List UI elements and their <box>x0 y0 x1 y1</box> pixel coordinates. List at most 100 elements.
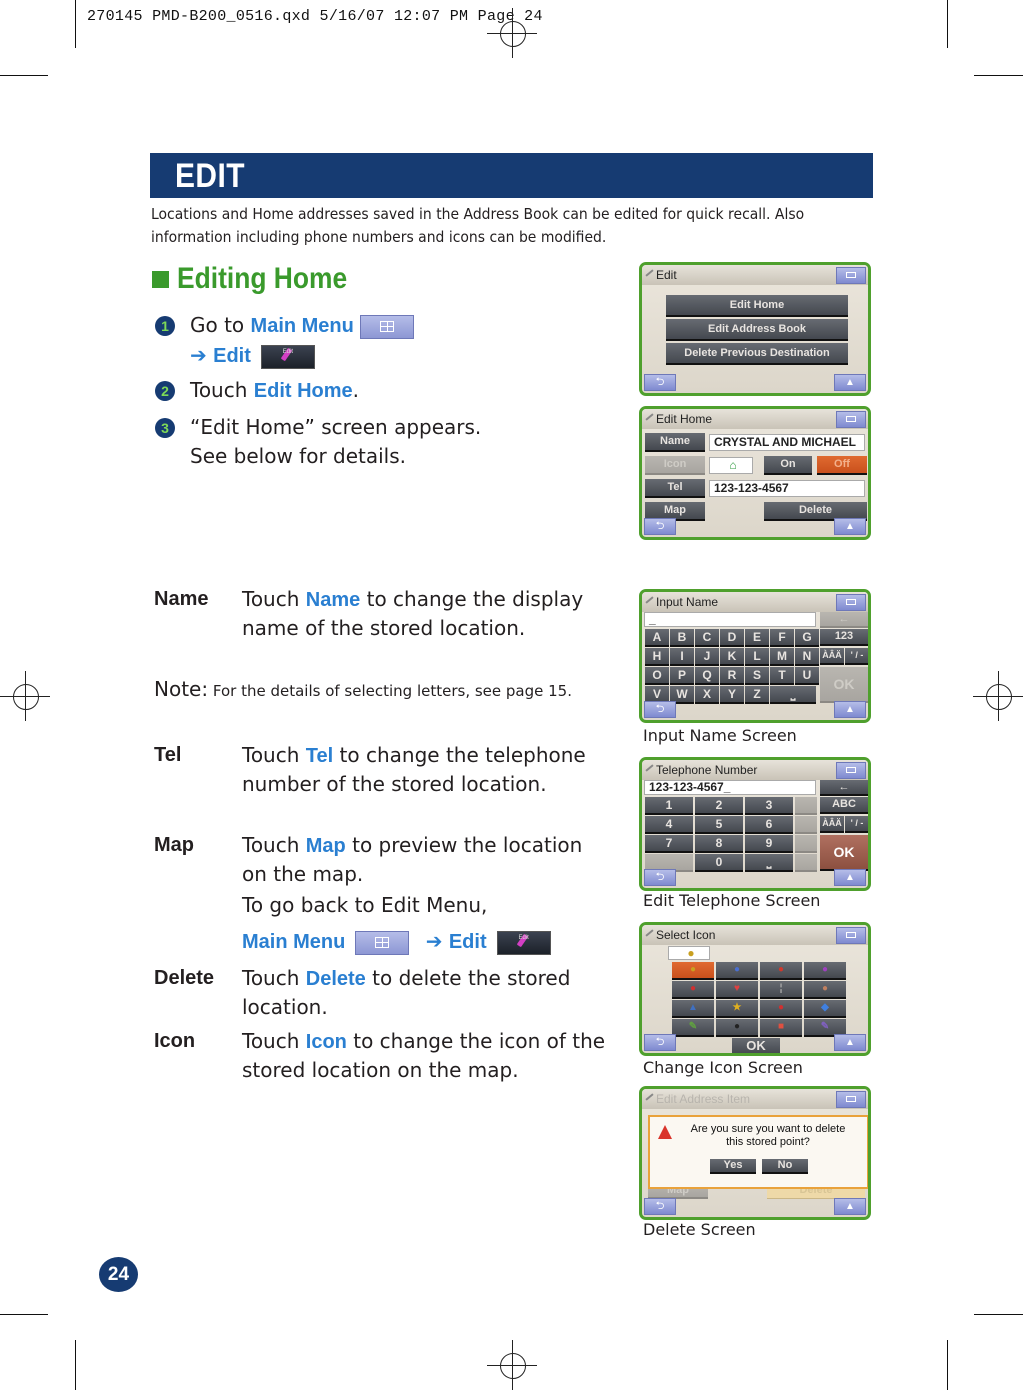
name-link[interactable]: Name <box>306 589 360 611</box>
letter-key[interactable]: A <box>645 629 669 647</box>
icon-option[interactable]: ★ <box>716 1000 758 1018</box>
icon-option[interactable]: ◆ <box>804 1000 846 1018</box>
icon-option[interactable]: ● <box>716 1019 758 1037</box>
ok-button[interactable]: OK <box>732 1038 780 1053</box>
icon-button[interactable]: Icon <box>645 456 705 475</box>
back-icon[interactable]: ⮌ <box>644 1198 676 1215</box>
icon-option[interactable]: ¦ <box>760 981 802 999</box>
letter-key[interactable]: I <box>670 648 694 666</box>
telephone-input[interactable]: 123-123-4567_ <box>644 780 816 795</box>
icon-option[interactable]: ▲ <box>672 1000 714 1018</box>
punctuation-key[interactable]: ' / - <box>845 648 868 665</box>
tel-button[interactable]: Tel <box>645 479 705 498</box>
navigation-icon[interactable]: ▲ <box>834 869 866 886</box>
icon-option[interactable]: ♥ <box>716 981 758 999</box>
back-icon[interactable]: ⮌ <box>644 869 676 886</box>
menu-icon[interactable] <box>836 927 866 944</box>
number-key[interactable]: 5 <box>695 816 743 834</box>
back-icon[interactable]: ⮌ <box>644 518 676 535</box>
menu-icon[interactable] <box>836 762 866 779</box>
icon-option[interactable]: ● <box>672 962 714 980</box>
yes-button[interactable]: Yes <box>710 1159 756 1174</box>
icon-link[interactable]: Icon <box>306 1031 347 1053</box>
letter-key[interactable]: H <box>645 648 669 666</box>
tel-field[interactable]: 123-123-4567 <box>709 480 865 497</box>
letter-key[interactable]: U <box>795 667 819 685</box>
edit-button-icon[interactable]: Edit <box>496 930 551 955</box>
backspace-button[interactable]: ← <box>820 780 868 796</box>
letter-key[interactable]: K <box>720 648 744 666</box>
number-key[interactable]: 3 <box>745 797 793 815</box>
ok-button[interactable]: OK <box>820 667 868 703</box>
menu-icon[interactable] <box>836 594 866 611</box>
letter-key[interactable]: C <box>695 629 719 647</box>
icon-option[interactable]: ● <box>716 962 758 980</box>
letter-key[interactable]: F <box>770 629 794 647</box>
letter-key[interactable]: Q <box>695 667 719 685</box>
menu-icon[interactable] <box>836 1091 866 1108</box>
letter-key[interactable]: R <box>720 667 744 685</box>
edit-link[interactable]: Edit <box>213 345 251 367</box>
navigation-icon[interactable]: ▲ <box>834 1198 866 1215</box>
letter-key[interactable]: S <box>745 667 769 685</box>
letter-key[interactable]: O <box>645 667 669 685</box>
menu-icon[interactable] <box>836 411 866 428</box>
icon-option[interactable]: ● <box>804 962 846 980</box>
delete-link[interactable]: Delete <box>306 968 366 990</box>
main-menu-link[interactable]: Main Menu <box>242 931 345 953</box>
main-menu-link[interactable]: Main Menu <box>251 315 354 337</box>
menu-icon[interactable] <box>836 267 866 284</box>
edit-address-book-button[interactable]: Edit Address Book <box>666 319 848 341</box>
number-key[interactable]: 7 <box>645 835 693 853</box>
navigation-icon[interactable]: ▲ <box>834 701 866 718</box>
icon-option[interactable]: ● <box>672 981 714 999</box>
name-input[interactable]: _ <box>644 612 816 627</box>
icon-option[interactable]: ✎ <box>672 1019 714 1037</box>
main-menu-button-icon[interactable] <box>359 314 414 339</box>
navigation-icon[interactable]: ▲ <box>834 518 866 535</box>
number-key[interactable]: 4 <box>645 816 693 834</box>
accent-key[interactable]: ÀÂÄ <box>820 648 844 665</box>
back-icon[interactable]: ⮌ <box>644 374 676 391</box>
accent-key[interactable]: ÀÂÄ <box>820 816 844 833</box>
on-button[interactable]: On <box>764 456 812 475</box>
letter-key[interactable]: L <box>745 648 769 666</box>
letter-key[interactable]: D <box>720 629 744 647</box>
space-key[interactable]: ⎵ <box>745 854 793 872</box>
name-field[interactable]: CRYSTAL AND MICHAEL <box>709 434 865 451</box>
punctuation-key[interactable]: ' / - <box>845 816 868 833</box>
navigation-icon[interactable]: ▲ <box>834 374 866 391</box>
map-link[interactable]: Map <box>306 835 346 857</box>
number-key[interactable]: 0 <box>695 854 743 872</box>
main-menu-button-icon[interactable] <box>355 930 410 955</box>
number-key[interactable]: 6 <box>745 816 793 834</box>
delete-previous-destination-button[interactable]: Delete Previous Destination <box>666 343 848 365</box>
number-key[interactable]: 2 <box>695 797 743 815</box>
tel-link[interactable]: Tel <box>306 745 333 767</box>
letter-key[interactable]: Z <box>745 686 769 704</box>
icon-option[interactable]: ● <box>760 1000 802 1018</box>
letter-key[interactable]: X <box>695 686 719 704</box>
icon-option[interactable]: ■ <box>760 1019 802 1037</box>
back-icon[interactable]: ⮌ <box>644 1034 676 1051</box>
no-button[interactable]: No <box>762 1159 808 1174</box>
letter-key[interactable]: N <box>795 648 819 666</box>
navigation-icon[interactable]: ▲ <box>834 1034 866 1051</box>
edit-button-icon[interactable]: Edit <box>260 344 315 369</box>
edit-home-link[interactable]: Edit Home <box>254 380 353 402</box>
letter-key[interactable]: P <box>670 667 694 685</box>
back-icon[interactable]: ⮌ <box>644 701 676 718</box>
letter-key[interactable]: G <box>795 629 819 647</box>
number-key[interactable]: 9 <box>745 835 793 853</box>
ok-button[interactable]: OK <box>820 835 868 871</box>
letters-key[interactable]: ABC <box>820 797 868 814</box>
letter-key[interactable]: B <box>670 629 694 647</box>
letter-key[interactable]: T <box>770 667 794 685</box>
number-key[interactable]: 1 <box>645 797 693 815</box>
letter-key[interactable]: E <box>745 629 769 647</box>
icon-option[interactable]: ● <box>760 962 802 980</box>
backspace-button[interactable]: ← <box>820 612 868 628</box>
edit-home-button[interactable]: Edit Home <box>666 295 848 317</box>
edit-link[interactable]: Edit <box>449 931 487 953</box>
numbers-key[interactable]: 123 <box>820 629 868 646</box>
